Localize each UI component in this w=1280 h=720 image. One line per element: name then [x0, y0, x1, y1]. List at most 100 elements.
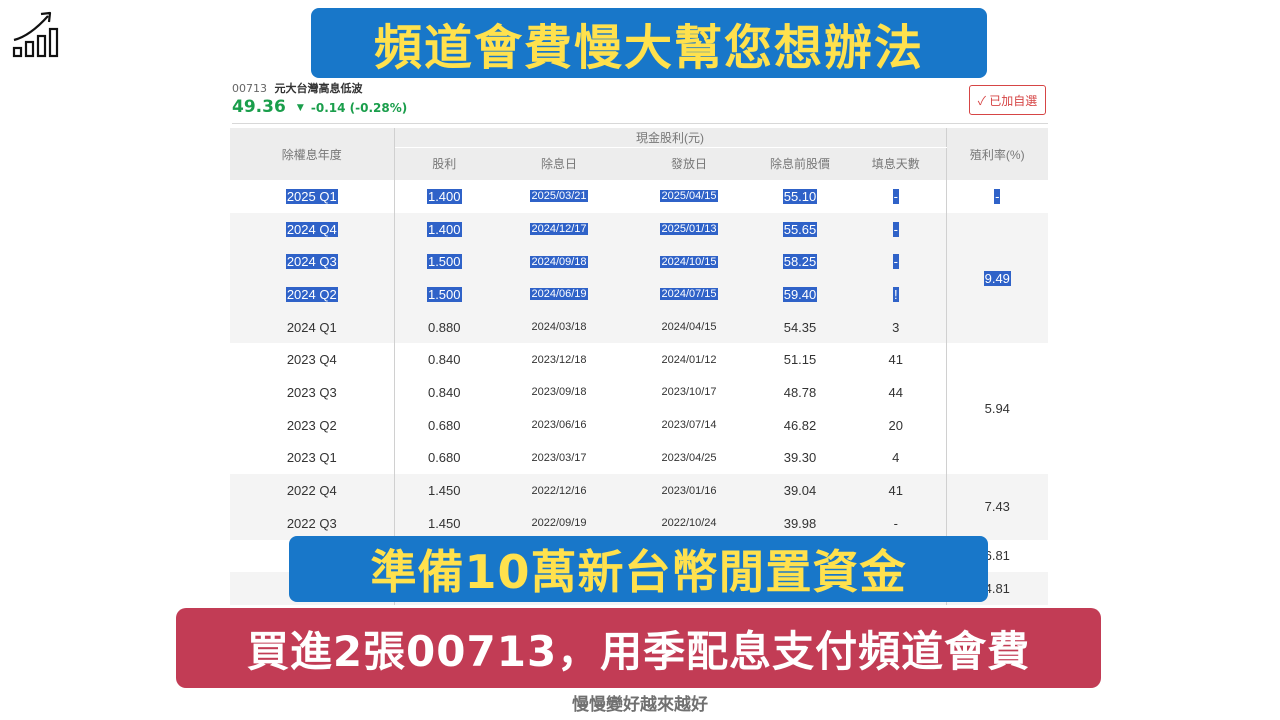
cell-ex-date-text: 2022/12/16 — [531, 484, 587, 497]
cell-pre-price-text: 39.04 — [783, 483, 817, 499]
cell-dividend: 1.400 — [394, 212, 494, 246]
cell-pre-price-text: 59.40 — [782, 286, 818, 302]
cell-ex-date-text: 2024/09/18 — [530, 255, 588, 268]
cell-year-text: 2023 Q3 — [286, 384, 337, 400]
cell-dividend: 1.450 — [394, 474, 494, 507]
cell-dividend: 0.840 — [394, 376, 494, 409]
dividend-table: 除權息年度 現金股利(元) 殖利率(%) 股利 除息日 發放日 除息前股價 填息… — [230, 128, 1049, 605]
cell-ex-date-text: 2023/12/18 — [531, 353, 587, 366]
cell-pre-price-text: 58.25 — [782, 254, 818, 270]
cell-fill-days: 3 — [846, 310, 947, 344]
table-row: 2023 Q2 0.680 2023/06/16 2023/07/14 46.82 20 — [230, 408, 1048, 442]
cell-year-text: 2024 Q4 — [285, 221, 338, 237]
table-row: 2024 Q2 1.500 2024/06/19 2024/07/15 59.40! — [230, 278, 1048, 311]
cell-pay-date-text: 2023/01/16 — [661, 484, 717, 497]
cell-yield-text: 9.49 — [983, 270, 1011, 286]
cell-dividend-text: 1.450 — [427, 515, 461, 531]
cell-ex-date: 2022/12/16 — [494, 474, 624, 507]
cell-pay-date: 2025/04/15 — [624, 180, 754, 213]
cell-pre-price-text: 51.15 — [783, 352, 817, 368]
cell-dividend-text: 0.880 — [427, 319, 461, 335]
cell-pay-date-text: 2023/04/25 — [661, 451, 717, 464]
table-row: 2022 Q4 1.450 2022/12/16 2023/01/16 39.04 41 7… — [230, 474, 1049, 540]
cell-fill-days: ! — [846, 278, 947, 311]
cell-fill-days-text: 41 — [888, 352, 903, 368]
cell-dividend: 1.500 — [394, 278, 494, 311]
cell-year: 2023 Q2 — [230, 408, 395, 442]
cell-fill-days: 41 — [846, 474, 947, 507]
cell-ex-date-text: 2024/03/18 — [531, 321, 587, 334]
cell-ex-date-text: 2023/06/16 — [531, 419, 587, 432]
cell-yield-text: - — [994, 188, 1001, 204]
cell-dividend-text: 1.400 — [426, 188, 462, 204]
footer-slogan: 慢慢變好越來越好 — [572, 695, 708, 715]
cell-fill-days: - — [846, 506, 947, 540]
cell-pay-date: 2024/04/15 — [624, 310, 754, 344]
header-pay-date: 發放日 — [624, 147, 754, 180]
cell-pay-date-text: 2024/10/15 — [660, 255, 718, 268]
header-dividend: 股利 — [394, 147, 494, 180]
cell-pre-price-text: 54.35 — [783, 319, 817, 335]
cell-dividend: 0.840 — [394, 343, 494, 377]
cell-pay-date: 2023/10/17 — [624, 376, 754, 409]
cell-year-text: 2025 Q1 — [285, 188, 338, 204]
cell-pay-date: 2025/01/13 — [624, 212, 754, 246]
cell-pay-date-text: 2024/01/12 — [661, 353, 717, 366]
cell-dividend-text: 1.400 — [426, 221, 462, 237]
cell-pay-date-text: 2025/01/13 — [660, 223, 718, 236]
cell-fill-days: 4 — [846, 441, 947, 475]
cell-year-text: 2024 Q3 — [285, 254, 338, 270]
cell-dividend-text: 0.840 — [427, 352, 461, 368]
cell-year: 2023 Q1 — [230, 441, 395, 475]
cell-year: 2023 Q3 — [230, 376, 395, 409]
table-row: 2024 Q1 0.880 2024/03/18 2024/04/15 54.35 3 — [230, 310, 1048, 344]
cell-fill-days: 20 — [846, 408, 947, 442]
header-pre-price: 除息前股價 — [754, 147, 846, 180]
cell-pre-price-text: 48.78 — [783, 384, 817, 400]
cell-yield: 7.43 — [945, 474, 1049, 540]
cell-pay-date: 2024/07/15 — [624, 278, 754, 311]
header-cash-dividend: 現金股利(元) — [394, 128, 947, 148]
cell-fill-days: - — [846, 245, 947, 279]
cell-pre-price: 39.04 — [754, 474, 846, 507]
cell-pay-date-text: 2023/10/17 — [661, 386, 717, 399]
cell-yield: 5.94 — [945, 343, 1049, 475]
cell-ex-date: 2023/12/18 — [494, 343, 624, 377]
cell-year-text: 2023 Q1 — [286, 450, 337, 466]
title-banner: 頻道會費慢大幫您想辦法 — [311, 8, 987, 78]
cell-year-text: 2024 Q2 — [285, 286, 338, 302]
cell-year-text: 2022 Q4 — [286, 483, 337, 499]
cell-dividend: 0.880 — [394, 310, 494, 344]
stock-code: 00713 — [232, 82, 267, 95]
cell-year: 2024 Q4 — [230, 212, 395, 246]
header-ex-date: 除息日 — [494, 147, 624, 180]
cell-year: 2022 Q3 — [230, 506, 395, 540]
cell-ex-date: 2024/03/18 — [494, 310, 624, 344]
cell-fill-days: 44 — [846, 376, 947, 409]
cell-fill-days-text: 4 — [892, 450, 900, 466]
stock-name: 元大台灣高息低波 — [274, 82, 363, 95]
header-fill-days: 填息天數 — [846, 147, 947, 180]
cell-pre-price-text: 55.10 — [782, 188, 818, 204]
cell-pay-date: 2022/10/24 — [624, 506, 754, 540]
cell-pay-date-text: 2022/10/24 — [661, 517, 717, 530]
cell-dividend-text: 1.500 — [426, 286, 462, 302]
stock-header: 00713 元大台灣高息低波 49.36 ▼ -0.14 (-0.28%) ✓ … — [232, 82, 1048, 124]
cell-ex-date-text: 2023/03/17 — [531, 451, 587, 464]
cell-ex-date: 2023/03/17 — [494, 441, 624, 475]
cell-pre-price-text: 39.98 — [783, 515, 817, 531]
table-row: 2024 Q3 1.500 2024/09/18 2024/10/15 58.25 - — [230, 245, 1048, 279]
cell-dividend-text: 1.450 — [427, 483, 461, 499]
cell-dividend-text: 1.500 — [426, 254, 462, 270]
cell-year-text: 2023 Q4 — [286, 352, 337, 368]
growth-chart-icon — [12, 11, 59, 58]
cell-year: 2024 Q3 — [230, 245, 395, 279]
cell-yield-text: 4.81 — [984, 581, 1010, 597]
cell-yield-text: 7.43 — [984, 499, 1010, 515]
table-row: 2025 Q1 1.400 2025/03/21 2025/04/15 55.10 - - — [230, 180, 1049, 213]
stock-price: 49.36 — [232, 97, 286, 117]
cell-fill-days-text: - — [893, 515, 898, 531]
cell-pre-price: 58.25 — [754, 245, 846, 279]
table-row: 2022 Q3 1.450 2022/09/19 2022/10/24 39.98 - — [230, 506, 1048, 540]
watchlist-button[interactable]: ✓ 已加自選 — [969, 85, 1046, 115]
